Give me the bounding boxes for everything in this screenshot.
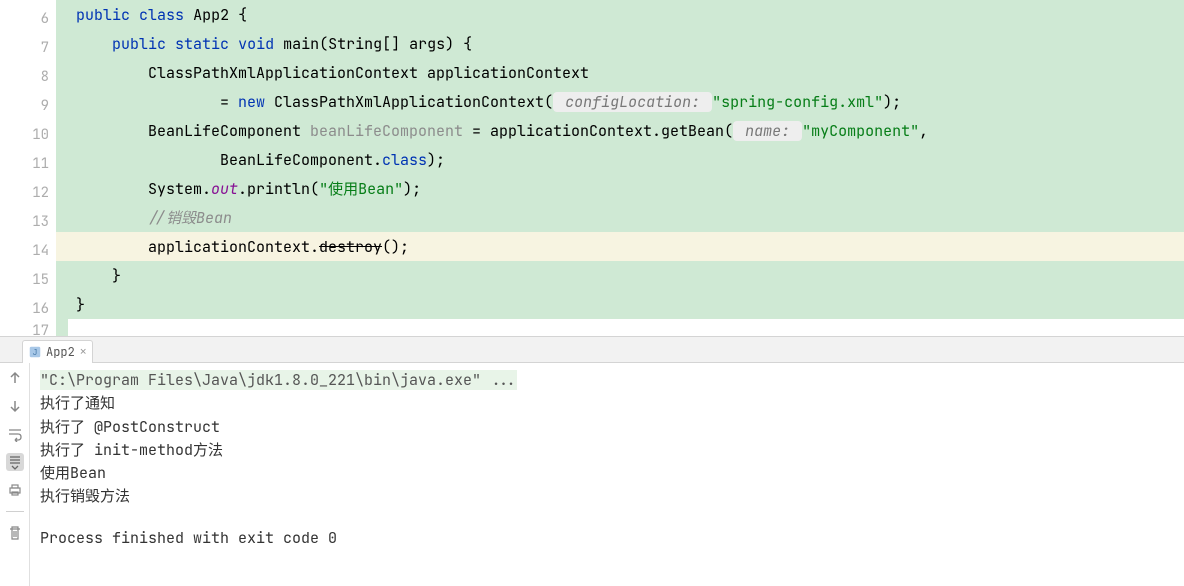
output-line: 执行了 @PostConstruct [40,417,220,437]
exit-line: Process finished with exit code 0 [40,527,1176,550]
code-line[interactable]: BeanLifeComponent.class); [56,145,1184,174]
close-icon[interactable]: ✕ [80,345,87,359]
console-panel: "C:\Program Files\Java\jdk1.8.0_221\bin\… [0,363,1184,586]
code-line[interactable]: System.out.println("使用Bean"); [56,174,1184,203]
code-content[interactable]: public class App2 { public static void m… [56,0,1184,336]
java-file-icon: J [29,346,41,358]
console-tabs: J App2 ✕ [0,337,1184,363]
line-gutter: 6 7 8 9 10 11 12 13 14 15 16 17 [0,0,56,336]
parameter-hint: name: [733,121,802,141]
print-button[interactable] [6,481,24,499]
trash-button[interactable] [6,524,24,542]
code-line[interactable]: applicationContext.destroy(); [56,232,1184,261]
code-line[interactable]: = new ClassPathXmlApplicationContext( co… [56,87,1184,116]
soft-wrap-button[interactable] [6,425,24,443]
scroll-to-end-button[interactable] [6,453,24,471]
code-line[interactable]: public class App2 { [56,0,1184,29]
code-line[interactable]: } [56,290,1184,319]
line-number: 17 [0,323,55,338]
console-toolbar [0,363,30,586]
tab-label: App2 [46,344,75,360]
line-number: 11 [0,149,55,178]
code-line[interactable]: BeanLifeComponent beanLifeComponent = ap… [56,116,1184,145]
line-number: 14 [0,236,55,265]
line-number: 15 [0,265,55,294]
code-editor[interactable]: 6 7 8 9 10 11 12 13 14 15 16 17 public c… [0,0,1184,337]
run-tab[interactable]: J App2 ✕ [22,340,93,363]
code-line[interactable]: } [56,261,1184,290]
console-output[interactable]: "C:\Program Files\Java\jdk1.8.0_221\bin\… [30,363,1184,586]
line-number: 13 [0,207,55,236]
line-number: 9 [0,91,55,120]
line-number: 7 [0,33,55,62]
command-line: "C:\Program Files\Java\jdk1.8.0_221\bin\… [40,370,517,390]
svg-text:J: J [33,348,38,358]
line-number: 12 [0,178,55,207]
code-line[interactable]: //销毁Bean [56,203,1184,232]
output-line: 执行了通知 [40,393,115,413]
scroll-up-button[interactable] [6,369,24,387]
code-line[interactable]: public static void main(String[] args) { [56,29,1184,58]
line-number: 8 [0,62,55,91]
code-line[interactable]: ClassPathXmlApplicationContext applicati… [56,58,1184,87]
code-line[interactable] [56,319,1184,334]
parameter-hint: configLocation: [553,92,712,112]
output-line: 执行销毁方法 [40,486,130,506]
line-number: 6 [0,4,55,33]
output-line: 执行了 init-method方法 [40,440,223,460]
line-number: 10 [0,120,55,149]
line-number: 16 [0,294,55,323]
output-line: 使用Bean [40,463,106,483]
scroll-down-button[interactable] [6,397,24,415]
